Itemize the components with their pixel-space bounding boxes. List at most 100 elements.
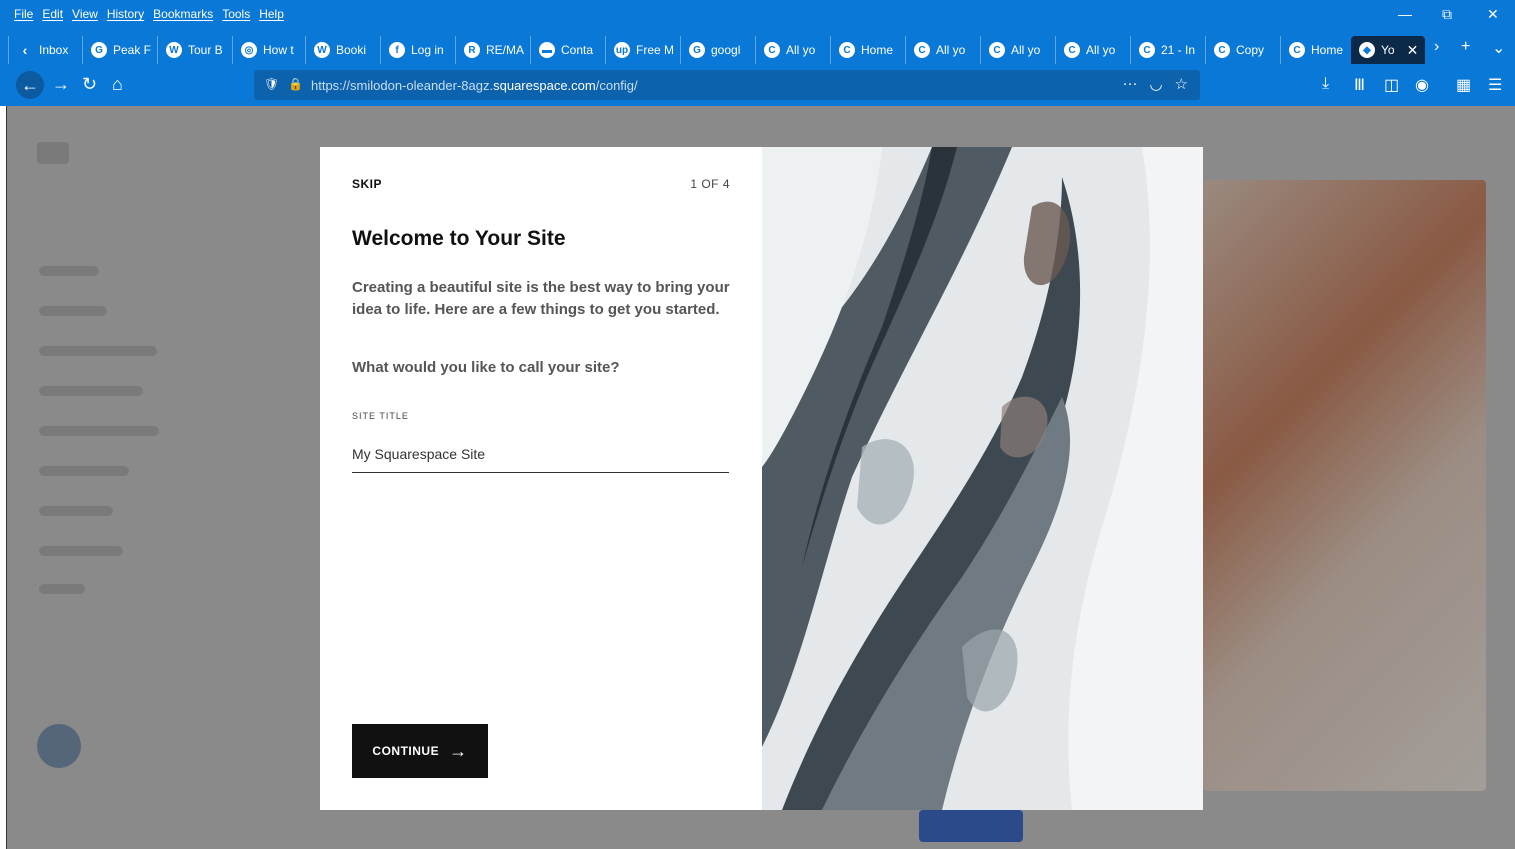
c-icon: C: [1289, 42, 1305, 58]
tab-label: Conta: [561, 43, 594, 57]
remax-icon: R: [464, 42, 480, 58]
chevron-left-icon: ‹: [22, 42, 28, 58]
hamburger-menu-icon[interactable]: ☰: [1488, 75, 1502, 95]
pocket-icon[interactable]: ◡: [1149, 75, 1162, 93]
menu-bookmarks[interactable]: Bookmarks: [153, 7, 213, 21]
browser-tab[interactable]: ▬ Conta: [530, 36, 605, 64]
menu-tools[interactable]: Tools: [222, 7, 250, 21]
continue-button[interactable]: CONTINUE →: [352, 724, 488, 778]
arrow-right-icon: →: [449, 740, 468, 761]
continue-label: CONTINUE: [372, 744, 440, 758]
url-bar[interactable]: 🛡 🔒 https://smilodon-oleander-8agz.squar…: [254, 70, 1200, 100]
tab-label: Tour B: [188, 43, 223, 57]
tab-label: Inbox: [39, 43, 69, 57]
minimize-icon[interactable]: —: [1398, 6, 1412, 22]
blurred-nav-item: [39, 466, 129, 476]
lock-icon[interactable]: 🔒: [288, 77, 303, 91]
menu-edit[interactable]: Edit: [42, 7, 63, 21]
new-tab-icon[interactable]: +: [1461, 38, 1470, 56]
blurred-avatar: [37, 724, 81, 768]
step-indicator: 1 OF 4: [690, 177, 730, 191]
tab-label: All yo: [786, 43, 816, 57]
squarespace-icon: ◆: [1359, 42, 1375, 58]
up-icon: up: [614, 42, 630, 58]
blurred-nav-item: [39, 386, 143, 396]
sidebar-icon[interactable]: ◫: [1384, 75, 1399, 95]
close-window-icon[interactable]: ✕: [1487, 6, 1499, 23]
c-icon: C: [914, 42, 930, 58]
facebook-icon: f: [389, 42, 405, 58]
nav-bar: ← → ↻ ⌂ 🛡 🔒 https://smilodon-oleander-8a…: [0, 66, 1515, 104]
gift-icon[interactable]: ▦: [1456, 75, 1471, 95]
browser-tab[interactable]: C All yo: [1055, 36, 1130, 64]
marble-artwork: [762, 147, 1203, 810]
modal-content-panel: SKIP 1 OF 4 Welcome to Your Site Creatin…: [320, 147, 762, 810]
browser-tab[interactable]: ‹ Inbox: [8, 36, 82, 64]
blurred-button: [919, 810, 1023, 842]
tab-label: 21 - In: [1161, 43, 1196, 57]
library-icon[interactable]: Ⅲ: [1354, 75, 1365, 95]
browser-tab[interactable]: G Peak F: [82, 36, 157, 64]
tab-label: All yo: [936, 43, 966, 57]
c-icon: C: [989, 42, 1005, 58]
browser-tab[interactable]: W Tour B: [157, 36, 232, 64]
browser-tab[interactable]: C All yo: [980, 36, 1055, 64]
tab-label: RE/MA: [486, 43, 525, 57]
tab-strip: ‹ Inbox G Peak F W Tour B ◎ How t W Booki f Log in R…: [0, 34, 1515, 64]
back-button[interactable]: ←: [16, 71, 44, 99]
bookmark-star-icon[interactable]: ☆: [1175, 75, 1188, 93]
browser-tab[interactable]: f Log in: [380, 36, 455, 64]
google-icon: G: [689, 42, 705, 58]
blurred-logo: [37, 142, 69, 164]
tab-scroll-right-icon[interactable]: ›: [1434, 38, 1439, 56]
tab-label: googl: [711, 43, 741, 57]
c-icon: C: [839, 42, 855, 58]
contact-icon: ▬: [539, 42, 555, 58]
marble-image: [762, 147, 1203, 810]
page-actions-icon[interactable]: ···: [1122, 75, 1137, 93]
browser-tab[interactable]: C 21 - In: [1130, 36, 1205, 64]
home-button[interactable]: ⌂: [112, 74, 123, 94]
c-icon: C: [1139, 42, 1155, 58]
onboarding-modal: SKIP 1 OF 4 Welcome to Your Site Creatin…: [320, 147, 1203, 810]
blurred-nav-item: [39, 346, 157, 356]
window-edge: [0, 106, 7, 849]
modal-title: Welcome to Your Site: [352, 227, 566, 250]
restore-icon[interactable]: ⧉: [1442, 6, 1452, 23]
spiral-icon: ◎: [241, 42, 257, 58]
close-tab-icon[interactable]: ✕: [1407, 42, 1419, 59]
browser-tab[interactable]: C All yo: [905, 36, 980, 64]
blurred-nav-item: [39, 506, 113, 516]
shield-icon[interactable]: 🛡: [264, 77, 279, 91]
tab-list-icon[interactable]: ⌄: [1492, 38, 1505, 58]
site-title-label: SITE TITLE: [352, 411, 409, 421]
browser-tab[interactable]: W Booki: [305, 36, 380, 64]
download-icon[interactable]: ⤓: [1322, 75, 1329, 93]
c-icon: C: [1214, 42, 1230, 58]
menu-view[interactable]: View: [72, 7, 98, 21]
reload-button[interactable]: ↻: [82, 74, 97, 94]
browser-tab[interactable]: C Copy: [1205, 36, 1280, 64]
browser-tab[interactable]: C Home: [830, 36, 905, 64]
account-icon[interactable]: ◉: [1415, 75, 1429, 95]
browser-tab[interactable]: ◎ How t: [232, 36, 305, 64]
browser-tab[interactable]: Ggoogl: [680, 36, 755, 64]
browser-tab[interactable]: C All yo: [755, 36, 830, 64]
forward-button[interactable]: →: [52, 74, 70, 94]
browser-tab[interactable]: up Free M: [605, 36, 680, 64]
site-title-input[interactable]: [352, 435, 729, 473]
tab-label: All yo: [1086, 43, 1116, 57]
browser-tab[interactable]: ◆ Yo ✕: [1351, 36, 1425, 64]
blurred-nav-item: [39, 426, 159, 436]
menu-file[interactable]: File: [14, 7, 33, 21]
site-name-question: What would you like to call your site?: [352, 359, 620, 376]
skip-link[interactable]: SKIP: [352, 177, 382, 191]
blurred-nav-item: [39, 306, 107, 316]
url-text[interactable]: https://smilodon-oleander-8agz.squarespa…: [311, 78, 638, 93]
menu-bar: File Edit View History Bookmarks Tools H…: [0, 0, 1515, 30]
browser-tab[interactable]: C Home: [1280, 36, 1351, 64]
browser-tab[interactable]: R RE/MA: [455, 36, 530, 64]
tab-label: Yo: [1381, 43, 1395, 57]
menu-help[interactable]: Help: [259, 7, 284, 21]
menu-history[interactable]: History: [107, 7, 144, 21]
